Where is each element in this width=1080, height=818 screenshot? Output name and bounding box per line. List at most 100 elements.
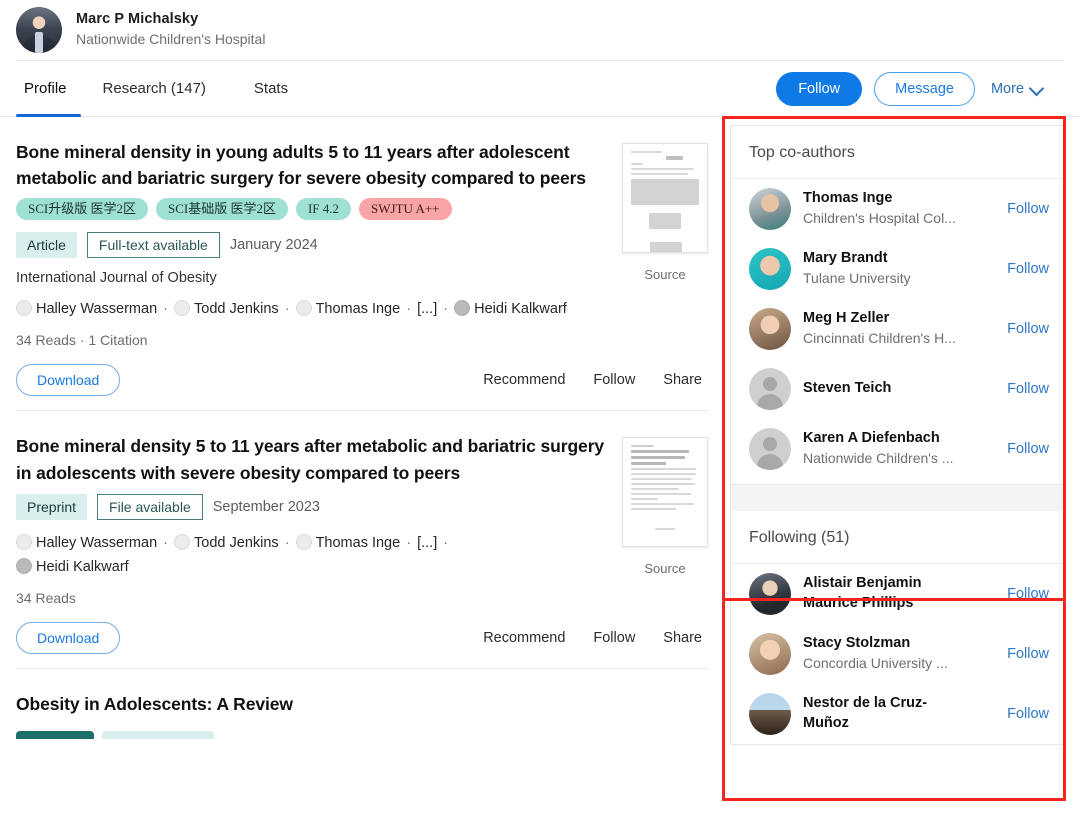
publication-item: Bone mineral density in young adults 5 t… — [16, 117, 708, 412]
publication-stats: 34 Reads · 1 Citation — [16, 332, 148, 349]
message-button[interactable]: Message — [874, 71, 975, 106]
author-avatar-icon — [16, 533, 32, 550]
header-action-group: Follow Message More — [776, 71, 1064, 106]
coauthor-name[interactable]: Meg H Zeller — [803, 309, 989, 329]
publication-authors: Halley Wasserman · Todd Jenkins · Thomas… — [16, 298, 606, 322]
following-row[interactable]: Nestor de la Cruz-Muñoz Follow — [731, 684, 1065, 744]
tab-profile[interactable]: Profile — [16, 61, 81, 117]
publication-title[interactable]: Bone mineral density in young adults 5 t… — [16, 139, 606, 192]
coauthor-row[interactable]: Steven Teich Follow — [731, 359, 1065, 419]
author-avatar-icon — [16, 557, 32, 574]
following-follow-button[interactable]: Follow — [1001, 646, 1049, 662]
publication-actions: Download Recommend Follow Share — [16, 621, 708, 654]
author-overflow[interactable]: [...] — [417, 301, 437, 317]
author-avatar-icon — [454, 300, 471, 317]
publication-title[interactable]: Obesity in Adolescents: A Review — [16, 691, 708, 717]
publication-thumbnail-wrap: Source — [622, 433, 708, 621]
separator: · — [402, 534, 416, 551]
author-entry[interactable]: Todd Jenkins — [174, 533, 279, 551]
following-avatar[interactable] — [749, 633, 791, 675]
publication-action-links: Recommend Follow Share — [483, 630, 708, 646]
following-name[interactable]: Nestor de la Cruz-Muñoz — [803, 694, 953, 733]
right-sidebar: Top co-authors Thomas Inge Children's Ho… — [722, 116, 1080, 801]
publication-thumbnail[interactable] — [622, 437, 708, 548]
download-button[interactable]: Download — [16, 621, 121, 654]
publication-availability-chip[interactable]: Full-text available — [86, 232, 220, 259]
publication-thumbnail[interactable] — [622, 143, 708, 253]
following-avatar[interactable] — [749, 693, 791, 735]
author-avatar-icon — [174, 533, 191, 550]
coauthor-follow-button[interactable]: Follow — [1001, 261, 1049, 277]
following-row[interactable]: Stacy Stolzman Concordia University ... … — [731, 624, 1065, 684]
separator: · — [402, 301, 416, 318]
more-button[interactable]: More — [987, 75, 1048, 103]
publication-actions: Download Recommend Follow Share — [16, 364, 708, 397]
separator: · — [439, 301, 453, 318]
coauthor-name[interactable]: Karen A Diefenbach — [803, 429, 989, 449]
coauthor-avatar[interactable] — [749, 188, 791, 230]
top-coauthors-title: Top co-authors — [731, 126, 1065, 179]
coauthor-row[interactable]: Karen A Diefenbach Nationwide Children's… — [731, 419, 1065, 484]
author-overflow[interactable]: [...] — [417, 535, 437, 551]
author-entry[interactable]: Thomas Inge — [295, 533, 400, 551]
recommend-link[interactable]: Recommend — [483, 372, 565, 388]
coauthor-name[interactable]: Steven Teich — [803, 379, 989, 399]
badge-partial-secondary — [102, 730, 214, 739]
tab-research[interactable]: Research (147) — [103, 61, 230, 116]
top-coauthors-card: Top co-authors Thomas Inge Children's Ho… — [730, 125, 1066, 485]
coauthor-name[interactable]: Mary Brandt — [803, 249, 989, 269]
author-name: Todd Jenkins — [194, 534, 279, 551]
coauthor-row[interactable]: Mary Brandt Tulane University Follow — [731, 239, 1065, 299]
separator: · — [439, 534, 449, 551]
recommend-link[interactable]: Recommend — [483, 630, 565, 646]
coauthor-row[interactable]: Thomas Inge Children's Hospital Col... F… — [731, 179, 1065, 239]
author-entry[interactable]: Thomas Inge — [295, 300, 401, 318]
following-name[interactable]: Alistair Benjamin Maurice Phillips — [803, 574, 963, 613]
thumbnail-caption: Source — [644, 267, 686, 282]
following-card: Following (51) Alistair Benjamin Maurice… — [730, 511, 1066, 745]
following-name[interactable]: Stacy Stolzman — [803, 634, 989, 654]
chevron-down-icon — [1031, 82, 1044, 95]
share-link[interactable]: Share — [663, 630, 702, 646]
separator: · — [159, 534, 173, 551]
publication-date: September 2023 — [212, 498, 320, 515]
author-name: Heidi Kalkwarf — [474, 301, 567, 318]
following-follow-button[interactable]: Follow — [1001, 706, 1049, 722]
coauthor-follow-button[interactable]: Follow — [1001, 321, 1049, 337]
author-avatar-icon — [174, 300, 191, 317]
coauthor-avatar-placeholder-icon[interactable] — [749, 368, 791, 410]
author-entry[interactable]: Heidi Kalkwarf — [454, 300, 567, 318]
author-name: Thomas Inge — [315, 301, 401, 318]
badge-swjtu: SWJTU A++ — [359, 197, 452, 221]
follow-link[interactable]: Follow — [593, 630, 635, 646]
publication-thumbnail-wrap: Source — [622, 139, 708, 364]
coauthor-affiliation: Cincinnati Children's H... — [803, 329, 956, 346]
coauthor-follow-button[interactable]: Follow — [1001, 201, 1049, 217]
tab-stats[interactable]: Stats — [254, 61, 312, 116]
author-entry[interactable]: Halley Wasserman — [16, 533, 157, 551]
coauthor-avatar-placeholder-icon[interactable] — [749, 428, 791, 470]
coauthor-follow-button[interactable]: Follow — [1001, 441, 1049, 457]
coauthor-avatar[interactable] — [749, 248, 791, 290]
author-entry[interactable]: Heidi Kalkwarf — [16, 557, 129, 575]
following-avatar[interactable] — [749, 573, 791, 615]
coauthor-name[interactable]: Thomas Inge — [803, 189, 989, 209]
author-entry[interactable]: Halley Wasserman — [16, 300, 157, 317]
coauthor-row[interactable]: Meg H Zeller Cincinnati Children's H... … — [731, 299, 1065, 359]
follow-button[interactable]: Follow — [776, 71, 863, 106]
coauthor-follow-button[interactable]: Follow — [1001, 381, 1049, 397]
download-button[interactable]: Download — [16, 364, 121, 397]
following-row[interactable]: Alistair Benjamin Maurice Phillips Follo… — [731, 564, 1065, 624]
publication-availability-chip[interactable]: File available — [97, 493, 203, 520]
publication-item: Obesity in Adolescents: A Review — [16, 669, 708, 739]
separator: · — [280, 534, 294, 551]
author-entry[interactable]: Todd Jenkins — [174, 300, 279, 317]
coauthor-avatar[interactable] — [749, 308, 791, 350]
share-link[interactable]: Share — [663, 372, 702, 388]
publication-list: Bone mineral density in young adults 5 t… — [0, 117, 724, 739]
follow-link[interactable]: Follow — [593, 372, 635, 388]
profile-avatar[interactable] — [16, 7, 62, 53]
following-follow-button[interactable]: Follow — [1001, 586, 1049, 602]
publication-title[interactable]: Bone mineral density 5 to 11 years after… — [16, 433, 606, 486]
publication-item: Bone mineral density 5 to 11 years after… — [16, 411, 708, 669]
